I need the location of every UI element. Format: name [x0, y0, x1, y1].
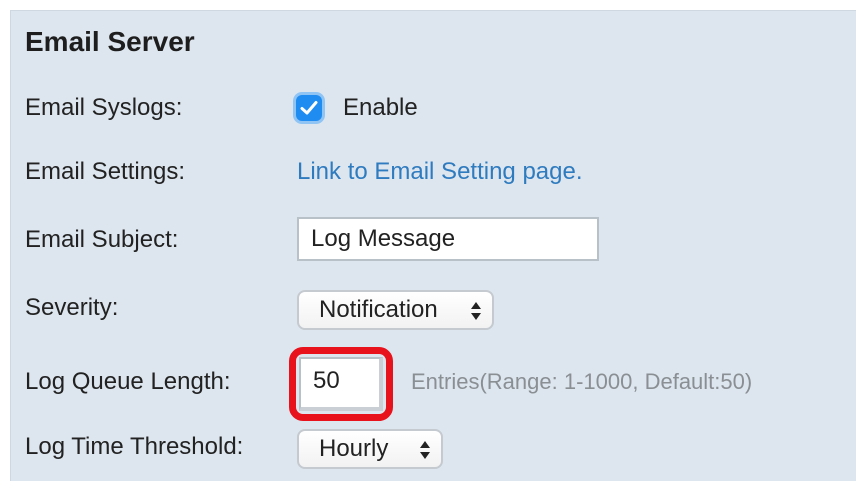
enable-label[interactable]: Enable [343, 93, 418, 123]
severity-selected-value: Notification [319, 296, 438, 323]
email-server-panel: Email Server Email Syslogs: Enable Email… [10, 10, 856, 481]
severity-select[interactable]: Notification [297, 290, 494, 330]
email-syslogs-label: Email Syslogs: [25, 94, 183, 121]
log-time-threshold-select[interactable]: Hourly [297, 429, 443, 469]
log-time-threshold-selected-value: Hourly [319, 435, 389, 462]
up-down-arrows-icon [420, 441, 430, 459]
email-settings-link[interactable]: Link to Email Setting page. [297, 157, 583, 187]
log-time-threshold-label: Log Time Threshold: [25, 433, 244, 460]
severity-label: Severity: [25, 294, 119, 321]
email-syslogs-enable-checkbox[interactable] [296, 95, 322, 121]
up-down-arrows-icon [471, 302, 481, 320]
checkmark-icon [300, 101, 318, 115]
email-subject-label: Email Subject: [25, 226, 179, 253]
log-queue-length-input[interactable]: 50 [299, 357, 383, 411]
email-subject-input[interactable]: Log Message [297, 217, 599, 261]
log-queue-length-label: Log Queue Length: [25, 368, 231, 395]
email-settings-label: Email Settings: [25, 158, 186, 185]
section-title: Email Server [25, 26, 195, 57]
log-queue-length-hint: Entries(Range: 1-1000, Default:50) [411, 369, 753, 394]
